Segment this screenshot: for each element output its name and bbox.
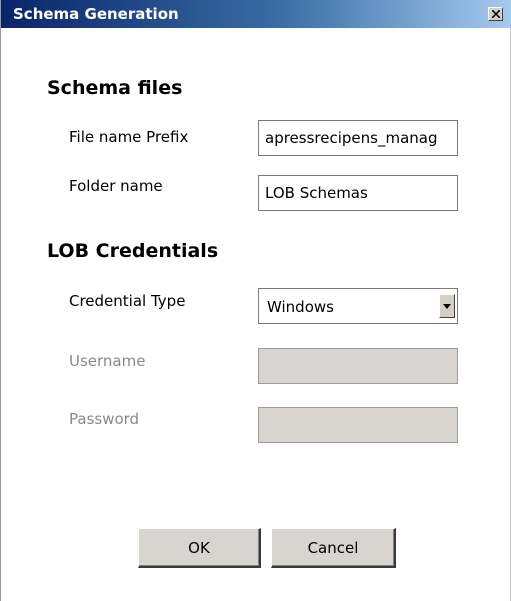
chevron-down-icon: [443, 304, 451, 309]
lob-credentials-heading: LOB Credentials: [47, 240, 219, 262]
password-label: Password: [69, 410, 140, 428]
credential-type-label: Credential Type: [69, 292, 186, 310]
schema-files-heading: Schema files: [47, 77, 183, 99]
password-field[interactable]: [258, 407, 458, 443]
credential-type-dropdown-button[interactable]: [439, 294, 455, 318]
file-name-prefix-label: File name Prefix: [69, 128, 189, 146]
credential-type-select[interactable]: Windows: [258, 288, 458, 324]
username-field[interactable]: [258, 348, 458, 384]
folder-name-field[interactable]: [258, 175, 458, 211]
folder-name-label: Folder name: [69, 177, 163, 195]
username-input[interactable]: [259, 349, 457, 383]
file-name-prefix-input[interactable]: [259, 121, 457, 155]
title-bar: Schema Generation: [1, 0, 511, 28]
credential-type-value: Windows: [267, 298, 334, 316]
password-input[interactable]: [259, 408, 457, 442]
schema-generation-dialog: Schema Generation Schema files File name…: [0, 0, 511, 601]
cancel-button[interactable]: Cancel: [271, 528, 396, 568]
close-icon: [492, 10, 500, 18]
close-button[interactable]: [488, 7, 503, 21]
file-name-prefix-field[interactable]: [258, 120, 458, 156]
ok-button[interactable]: OK: [138, 528, 261, 568]
folder-name-input[interactable]: [259, 176, 457, 210]
username-label: Username: [69, 352, 146, 370]
window-title: Schema Generation: [13, 5, 179, 23]
